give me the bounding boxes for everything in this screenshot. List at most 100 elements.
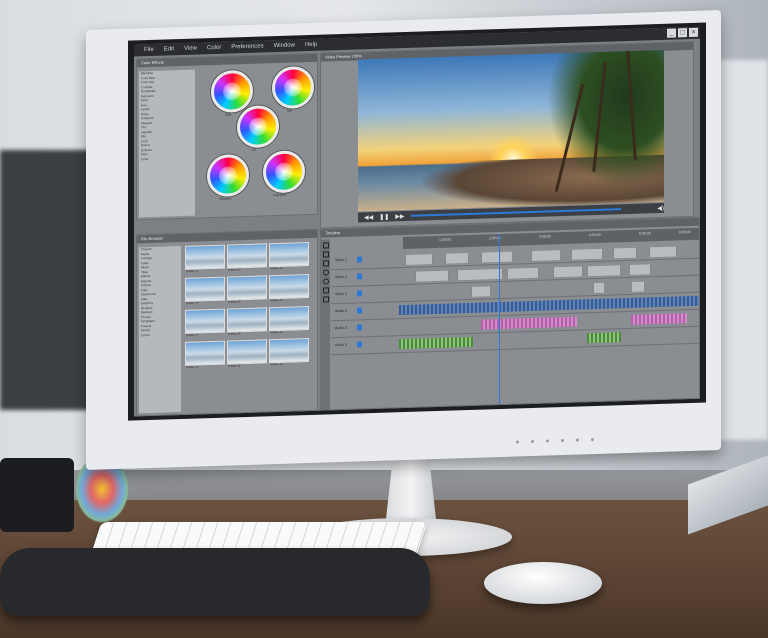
clip[interactable] [481,250,513,264]
clip[interactable] [471,285,491,298]
eye-icon[interactable] [357,290,362,297]
thumbnail[interactable]: footage_02 [227,243,267,272]
forward-icon[interactable]: ▶▶ [395,212,404,219]
thumbnail[interactable]: footage_06 [269,273,309,302]
monitor-button[interactable] [576,438,579,442]
track-label: Video 3 [335,291,347,297]
color-wheel-lift[interactable] [237,104,279,149]
thumbnail-label: footage_11 [228,364,241,368]
menu-window[interactable]: Window [274,42,295,49]
clip[interactable] [445,251,469,265]
monitor-button[interactable] [591,438,594,442]
rectangle-tool-icon[interactable] [322,287,329,294]
ellipse-tool-icon[interactable] [322,278,329,285]
audio-waveform[interactable] [399,336,473,350]
monitor-buttons [516,438,594,444]
thumbnail[interactable]: footage_08 [227,307,267,336]
clip[interactable] [593,281,605,295]
effects-list: Blending Color Bars Color Key Contrast D… [139,69,195,218]
text-tool-icon[interactable] [322,296,329,303]
marquee-tool-icon[interactable] [322,251,329,258]
clip[interactable] [415,269,449,283]
menu-help[interactable]: Help [305,42,317,48]
thumbnail-label: footage_04 [186,301,199,305]
monitor-button[interactable] [561,438,564,443]
thumbnail[interactable]: footage_12 [269,337,309,367]
ruler-label: 5:00:00 [639,231,651,236]
menu-preferences[interactable]: Preferences [231,43,263,50]
eye-icon[interactable] [357,273,362,280]
wrist-rest [0,548,430,616]
thumbnail[interactable]: footage_09 [269,305,309,334]
mouse[interactable] [484,562,602,604]
ruler-label: 1:00:00 [439,237,451,242]
clip[interactable] [405,253,433,266]
thumbnail-label: footage_12 [270,362,283,367]
clip[interactable] [553,265,583,279]
speaker-icon[interactable] [357,324,362,331]
clip[interactable] [649,245,677,259]
select-tool-icon[interactable] [322,242,329,249]
list-item[interactable]: Cache [139,332,181,338]
thumbnail-label: footage_02 [228,268,241,272]
menu-edit[interactable]: Edit [164,46,174,52]
color-effects-panel: Color Effects Blending Color Bars Color … [136,52,318,221]
video-preview[interactable] [358,49,664,212]
thumbnail[interactable]: footage_01 [185,244,225,273]
volume-icon[interactable]: ◀) [657,204,664,211]
thumbnail-label: footage_05 [228,300,241,304]
clip[interactable] [631,280,645,293]
rewind-icon[interactable]: ◀◀ [364,213,373,220]
speaker-icon[interactable] [357,307,362,314]
menu-file[interactable]: File [144,47,154,53]
audio-waveform[interactable] [481,316,577,330]
speaker-icon[interactable] [357,341,362,348]
wheel-label: Shadows [219,196,232,201]
track-label: Audio 2 [335,325,347,331]
monitor-button[interactable] [531,439,534,444]
ruler-label: 3:00:00 [539,234,551,239]
close-icon[interactable]: × [689,27,698,38]
monitor-button[interactable] [516,440,519,444]
clip[interactable] [531,249,561,263]
thumbnail[interactable]: footage_11 [227,339,267,368]
pause-icon[interactable]: ❚❚ [379,213,389,220]
thumbnail[interactable]: footage_07 [185,308,225,337]
panel-title: Color Effects [137,53,317,68]
clip[interactable] [613,246,637,260]
thumbnail[interactable]: footage_04 [185,276,225,305]
playhead[interactable] [499,233,500,405]
ruler-label: 6:00:00 [679,229,691,235]
track-label: Video 2 [335,274,347,280]
zoom-tool-icon[interactable] [322,269,329,276]
menu-view[interactable]: View [184,46,197,52]
clip[interactable] [587,264,621,278]
clip[interactable] [457,267,503,282]
speaker [0,458,74,532]
thumbnail[interactable]: footage_03 [269,241,309,270]
menu-color[interactable]: Color [207,45,221,51]
thumbnail-label: footage_01 [186,269,199,273]
thumbnail[interactable]: footage_10 [185,340,225,369]
color-wheel-shadows[interactable] [207,153,249,198]
thumbnail-label: footage_08 [228,332,241,336]
color-wheel-highlights[interactable] [263,150,305,194]
color-wheel-mid[interactable] [272,65,314,110]
clip[interactable] [507,266,539,280]
minimize-icon[interactable]: _ [667,28,676,38]
monitor-button[interactable] [546,439,549,443]
monitor: File Edit View Color Preferences Window … [86,10,721,471]
audio-waveform[interactable] [587,332,621,344]
eye-icon[interactable] [357,256,362,263]
thumbnail[interactable]: footage_05 [227,275,267,304]
browser-tree: Projects Media Footage Audio Music Title… [139,246,181,414]
clip[interactable] [629,263,651,276]
clip[interactable] [571,247,603,261]
audio-waveform[interactable] [631,313,687,325]
pen-tool-icon[interactable] [322,260,329,267]
file-browser-panel: File Browser Projects Media Footage Audi… [136,228,318,417]
maximize-icon[interactable]: □ [678,28,687,38]
wheel-label: Highlights [273,192,287,198]
screen: File Edit View Color Preferences Window … [134,26,700,417]
color-wheel-gain[interactable] [211,69,253,114]
